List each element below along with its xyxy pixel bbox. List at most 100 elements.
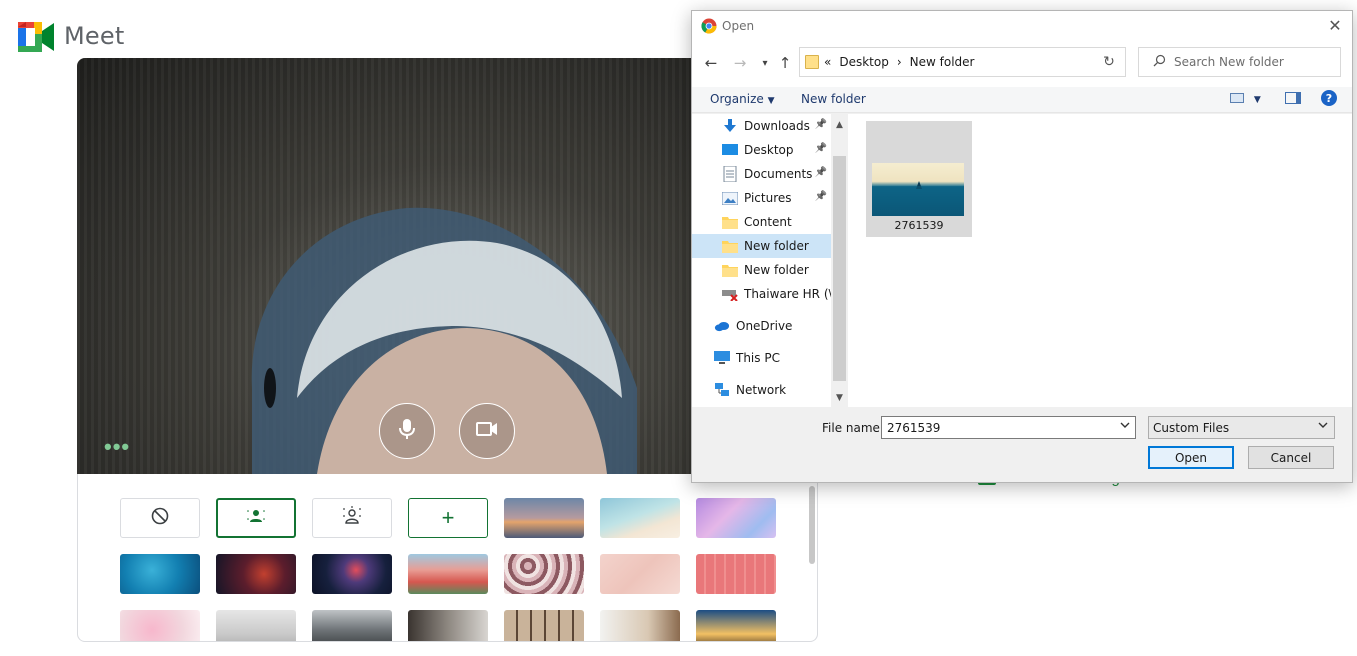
breadcrumb-overflow[interactable]: « bbox=[824, 55, 831, 69]
scroll-up-icon[interactable]: ▲ bbox=[831, 116, 848, 133]
tree-item-pictures[interactable]: Pictures 📌 bbox=[692, 186, 831, 210]
tree-item-thaiware-hr[interactable]: Thaiware HR (\\ bbox=[692, 282, 831, 306]
background-thumbnail[interactable] bbox=[504, 498, 584, 538]
navigation-bar: ← → ▾ ↑ « Desktop › New folder ↻ bbox=[692, 41, 1352, 87]
background-thumbnail[interactable] bbox=[504, 610, 584, 641]
new-folder-button[interactable]: New folder bbox=[801, 92, 866, 106]
folder-icon bbox=[722, 262, 738, 278]
background-thumbnail[interactable] bbox=[600, 610, 680, 641]
back-button[interactable]: ← bbox=[701, 53, 721, 73]
navigation-pane: Downloads 📌 Desktop 📌 Documents 📌 Pictures 📌 Con… bbox=[692, 114, 832, 407]
file-type-select[interactable]: Custom Files bbox=[1148, 416, 1335, 439]
open-file-dialog: Open ✕ ← → ▾ ↑ « Desktop › New folder ↻ bbox=[691, 10, 1353, 483]
background-thumbnail[interactable] bbox=[600, 498, 680, 538]
camera-preview: ••• bbox=[77, 58, 697, 474]
pin-icon: 📌 bbox=[814, 119, 827, 130]
tree-item-content[interactable]: Content bbox=[692, 210, 831, 234]
command-toolbar: Organize ▼ New folder ▼ ? bbox=[692, 87, 1352, 113]
pictures-icon bbox=[722, 190, 738, 206]
address-bar[interactable]: « Desktop › New folder bbox=[799, 47, 1125, 77]
camera-icon bbox=[476, 421, 498, 442]
tree-item-downloads[interactable]: Downloads 📌 bbox=[692, 114, 831, 138]
chevron-down-icon[interactable] bbox=[1120, 420, 1130, 433]
tree-item-label: Pictures bbox=[744, 191, 792, 205]
slight-blur-button[interactable] bbox=[216, 498, 296, 538]
chevron-down-icon: ▼ bbox=[1253, 95, 1261, 105]
chevron-down-icon: ▾ bbox=[762, 57, 768, 69]
meet-logo bbox=[18, 22, 54, 52]
slight-blur-icon bbox=[246, 507, 266, 530]
download-icon bbox=[722, 118, 738, 134]
tree-item-label: New folder bbox=[744, 263, 809, 277]
refresh-icon: ↻ bbox=[1103, 54, 1115, 70]
app-title: Meet bbox=[64, 22, 125, 50]
folder-icon bbox=[805, 55, 819, 69]
no-effect-button[interactable] bbox=[120, 498, 200, 538]
tree-item-onedrive[interactable]: OneDrive bbox=[692, 314, 831, 338]
tree-item-this-pc[interactable]: This PC bbox=[692, 346, 831, 370]
help-button[interactable]: ? bbox=[1321, 90, 1337, 106]
organize-menu[interactable]: Organize ▼ bbox=[710, 92, 775, 106]
file-name-input[interactable] bbox=[885, 419, 1110, 436]
open-button[interactable]: Open bbox=[1148, 446, 1234, 469]
change-view-button[interactable]: ▼ bbox=[1230, 91, 1261, 105]
background-thumbnail[interactable] bbox=[408, 554, 488, 594]
background-thumbnail[interactable] bbox=[312, 610, 392, 641]
recent-locations-button[interactable]: ▾ bbox=[755, 53, 775, 73]
tree-item-desktop[interactable]: Desktop 📌 bbox=[692, 138, 831, 162]
refresh-button[interactable]: ↻ bbox=[1093, 47, 1126, 77]
camera-button[interactable] bbox=[459, 403, 515, 459]
breadcrumb-separator[interactable]: › bbox=[897, 55, 902, 69]
tree-item-new-folder[interactable]: New folder bbox=[692, 234, 831, 258]
tree-item-label: Downloads bbox=[744, 119, 810, 133]
folder-icon bbox=[722, 238, 738, 254]
pin-icon: 📌 bbox=[814, 191, 827, 202]
search-box[interactable] bbox=[1138, 47, 1341, 77]
network-icon bbox=[714, 382, 730, 398]
background-thumbnail[interactable] bbox=[120, 554, 200, 594]
microphone-button[interactable] bbox=[379, 403, 435, 459]
chevron-down-icon: ▼ bbox=[767, 96, 775, 106]
background-thumbnail[interactable] bbox=[216, 610, 296, 641]
blur-button[interactable] bbox=[312, 498, 392, 538]
scrollbar[interactable] bbox=[809, 486, 815, 564]
search-icon bbox=[1153, 54, 1166, 70]
search-input[interactable] bbox=[1172, 54, 1332, 70]
file-item[interactable]: 2761539 bbox=[866, 121, 972, 237]
help-icon: ? bbox=[1321, 90, 1337, 106]
more-options-icon[interactable]: ••• bbox=[104, 436, 130, 458]
cancel-button[interactable]: Cancel bbox=[1248, 446, 1334, 469]
background-thumbnail[interactable] bbox=[696, 554, 776, 594]
pc-icon bbox=[714, 350, 730, 366]
preview-pane-icon bbox=[1285, 92, 1301, 104]
view-icon bbox=[1230, 93, 1244, 103]
add-icon: + bbox=[441, 505, 455, 530]
scroll-down-icon[interactable]: ▼ bbox=[831, 389, 848, 406]
navigation-scrollbar[interactable]: ▲ ▼ bbox=[831, 114, 848, 407]
background-thumbnail[interactable] bbox=[696, 498, 776, 538]
breadcrumb-new-folder[interactable]: New folder bbox=[910, 55, 975, 69]
file-name-field[interactable] bbox=[881, 416, 1136, 439]
forward-button[interactable]: → bbox=[730, 53, 750, 73]
background-thumbnail[interactable] bbox=[216, 554, 296, 594]
close-icon: ✕ bbox=[1328, 15, 1342, 35]
background-thumbnail[interactable] bbox=[600, 554, 680, 594]
up-button[interactable]: ↑ bbox=[775, 53, 795, 73]
up-arrow-icon: ↑ bbox=[778, 54, 792, 72]
blur-icon bbox=[341, 505, 363, 531]
add-background-button[interactable]: + bbox=[408, 498, 488, 538]
background-thumbnail[interactable] bbox=[408, 610, 488, 641]
breadcrumb-desktop[interactable]: Desktop bbox=[839, 55, 889, 69]
background-thumbnail[interactable] bbox=[120, 610, 200, 641]
background-thumbnail[interactable] bbox=[504, 554, 584, 594]
preview-pane-button[interactable] bbox=[1285, 92, 1301, 107]
close-button[interactable]: ✕ bbox=[1324, 14, 1346, 36]
tree-item-label: OneDrive bbox=[736, 319, 793, 333]
file-thumbnail bbox=[872, 163, 964, 216]
background-thumbnail[interactable] bbox=[312, 554, 392, 594]
background-thumbnail[interactable] bbox=[696, 610, 776, 641]
tree-item-network[interactable]: Network bbox=[692, 378, 831, 402]
tree-item-documents[interactable]: Documents 📌 bbox=[692, 162, 831, 186]
no-effect-icon bbox=[151, 507, 169, 530]
tree-item-new-folder[interactable]: New folder bbox=[692, 258, 831, 282]
